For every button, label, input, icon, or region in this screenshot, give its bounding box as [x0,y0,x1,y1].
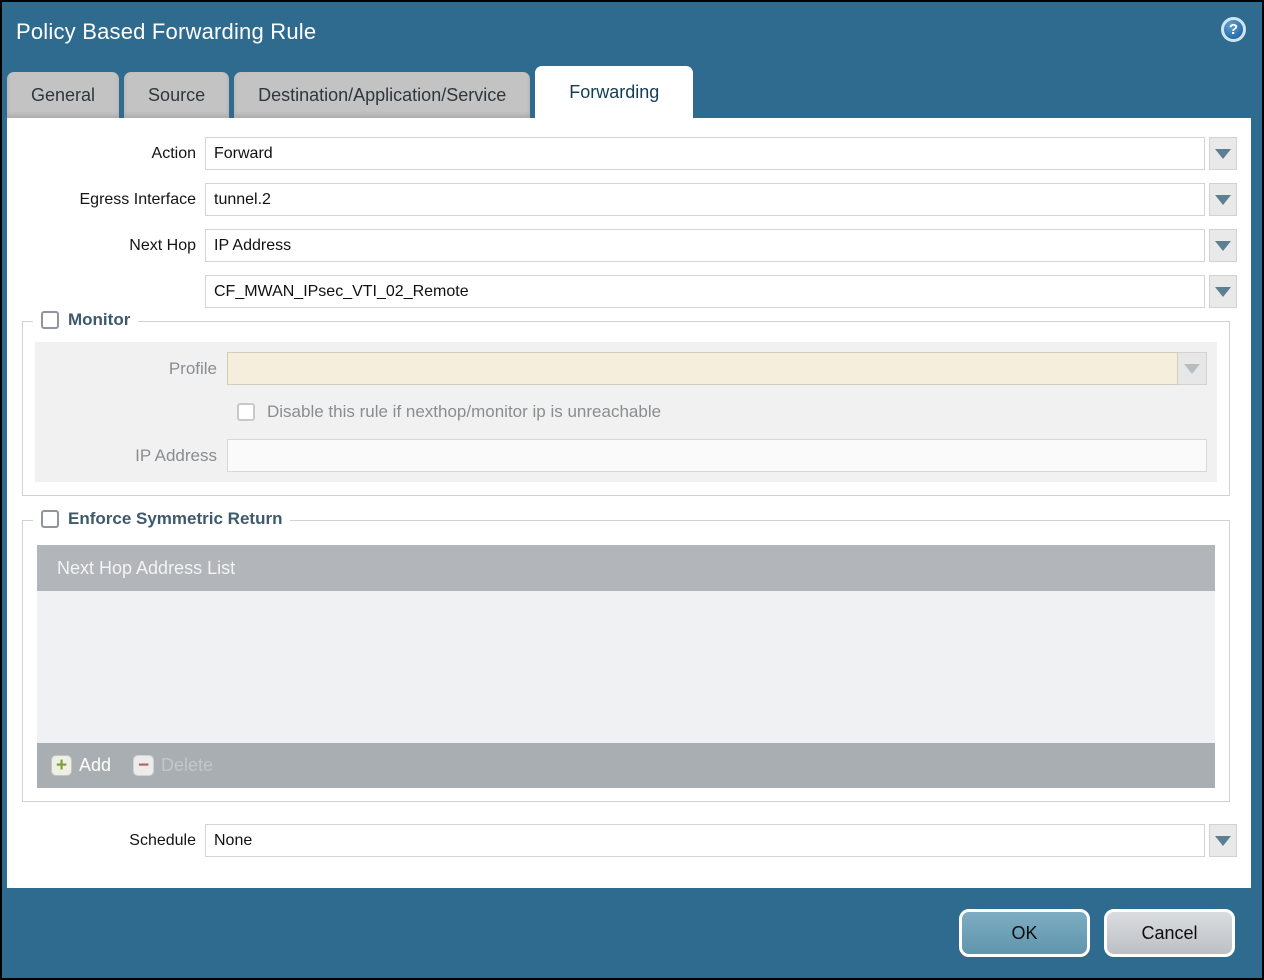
disable-rule-row: Disable this rule if nexthop/monitor ip … [237,399,1207,425]
profile-label: Profile [45,359,227,379]
profile-select [227,352,1178,385]
egress-interface-label: Egress Interface [7,191,205,209]
action-dropdown-button[interactable] [1209,137,1237,170]
next-hop-address-select[interactable]: CF_MWAN_IPsec_VTI_02_Remote [205,275,1205,308]
dialog-footer: OK Cancel [2,888,1262,978]
cancel-button[interactable]: Cancel [1104,909,1235,957]
next-hop-dropdown-button[interactable] [1209,229,1237,262]
delete-button: − Delete [133,755,213,776]
next-hop-address-list-body[interactable] [37,591,1215,743]
schedule-label: Schedule [7,832,205,850]
chevron-down-icon [1215,195,1231,205]
monitor-checkbox[interactable] [41,311,59,329]
disable-rule-label: Disable this rule if nexthop/monitor ip … [267,402,661,422]
delete-button-label: Delete [161,755,213,776]
egress-interface-row: Egress Interface tunnel.2 [7,183,1237,216]
egress-interface-select[interactable]: tunnel.2 [205,183,1205,216]
next-hop-row: Next Hop IP Address [7,229,1237,262]
dialog-titlebar: Policy Based Forwarding Rule ? [2,2,1262,62]
chevron-down-icon [1215,241,1231,251]
tab-general[interactable]: General [7,72,119,118]
enforce-symmetric-return-section: Enforce Symmetric Return Next Hop Addres… [22,520,1230,802]
monitor-ip-address-label: IP Address [45,446,227,466]
next-hop-address-list-toolbar: + Add − Delete [37,743,1215,788]
monitor-title: Monitor [68,310,130,330]
plus-icon: + [51,755,72,776]
next-hop-label: Next Hop [7,237,205,255]
dialog-title: Policy Based Forwarding Rule [16,19,316,45]
schedule-select[interactable]: None [205,824,1205,857]
ok-button[interactable]: OK [959,909,1090,957]
next-hop-type-value: IP Address [214,237,291,255]
add-button-label: Add [79,755,111,776]
content-wrap: Action Forward Egress Interface tunnel.2 [2,118,1262,888]
monitor-legend: Monitor [33,310,138,330]
schedule-row: Schedule None [7,824,1237,857]
next-hop-address-list-header-label: Next Hop Address List [57,558,235,579]
add-button[interactable]: + Add [51,755,111,776]
help-icon[interactable]: ? [1221,17,1246,42]
help-glyph: ? [1229,21,1238,38]
action-row: Action Forward [7,137,1237,170]
chevron-down-icon [1215,836,1231,846]
next-hop-address-dropdown-button[interactable] [1209,275,1237,308]
action-label: Action [7,145,205,163]
chevron-down-icon [1215,149,1231,159]
profile-combo [227,352,1207,385]
monitor-panel: Profile Disable this rule if nexthop/mon… [35,342,1217,482]
policy-based-forwarding-rule-dialog: Policy Based Forwarding Rule ? General S… [0,0,1264,980]
next-hop-address-value: CF_MWAN_IPsec_VTI_02_Remote [214,283,469,301]
enforce-symmetric-return-legend: Enforce Symmetric Return [33,509,290,529]
action-select[interactable]: Forward [205,137,1205,170]
tab-source[interactable]: Source [124,72,229,118]
schedule-value: None [214,832,252,850]
monitor-ip-address-input [227,439,1207,472]
tab-forwarding[interactable]: Forwarding [535,66,693,118]
next-hop-address-row: CF_MWAN_IPsec_VTI_02_Remote [7,275,1237,308]
profile-dropdown-button [1178,352,1207,385]
disable-rule-checkbox [237,403,255,421]
egress-interface-value: tunnel.2 [214,191,271,209]
next-hop-address-list-header: Next Hop Address List [37,545,1215,591]
action-value: Forward [214,145,273,163]
tab-strip: General Source Destination/Application/S… [2,62,1262,118]
minus-icon: − [133,755,154,776]
egress-interface-dropdown-button[interactable] [1209,183,1237,216]
next-hop-type-select[interactable]: IP Address [205,229,1205,262]
forwarding-tab-panel: Action Forward Egress Interface tunnel.2 [7,118,1251,888]
chevron-down-icon [1184,364,1200,374]
monitor-ip-address-row: IP Address [45,439,1207,472]
enforce-symmetric-return-checkbox[interactable] [41,510,59,528]
monitor-section: Monitor Profile Disable [22,321,1230,496]
profile-row: Profile [45,352,1207,385]
schedule-dropdown-button[interactable] [1209,824,1237,857]
enforce-symmetric-return-title: Enforce Symmetric Return [68,509,282,529]
tab-destination-application-service[interactable]: Destination/Application/Service [234,72,530,118]
chevron-down-icon [1215,287,1231,297]
next-hop-address-list-table: Next Hop Address List + Add − Delete [37,545,1215,788]
